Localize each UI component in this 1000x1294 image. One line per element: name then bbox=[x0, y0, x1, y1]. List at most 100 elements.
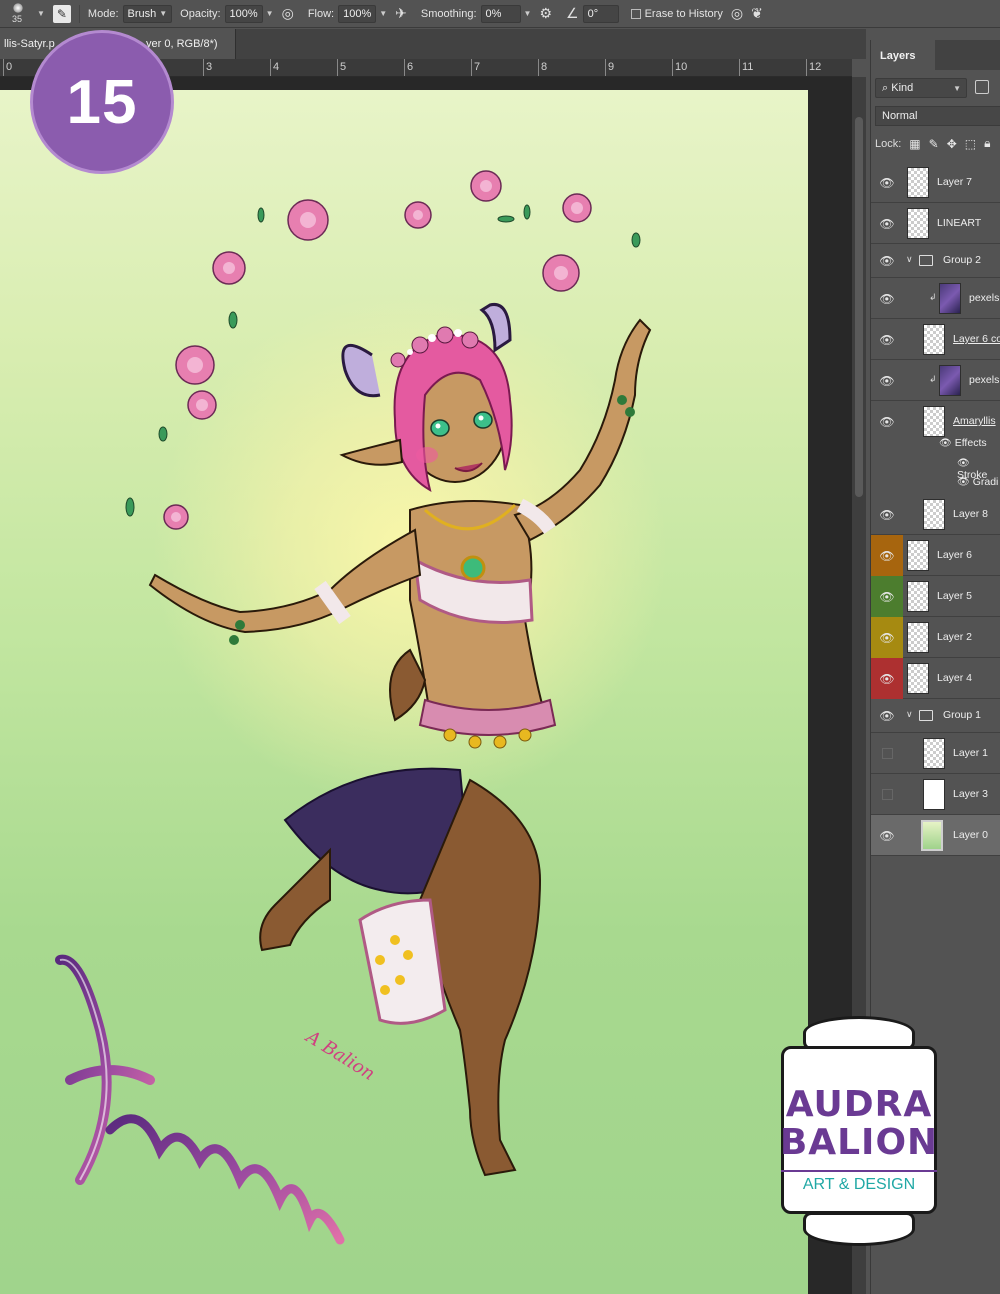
visibility-eye-icon[interactable]: 👁︎ bbox=[939, 438, 952, 449]
chevron-down-icon[interactable]: ▼ bbox=[524, 9, 532, 18]
layer-row[interactable]: 👁︎ ↲ pexels bbox=[871, 360, 1000, 401]
ruler-tick: 8 bbox=[537, 59, 548, 76]
layer-name: Layer 5 bbox=[937, 590, 973, 602]
layer-row[interactable]: 👁︎ Layer 6 co bbox=[871, 319, 1000, 360]
visibility-toggle-off[interactable] bbox=[871, 733, 903, 774]
angle-value: 0° bbox=[587, 7, 599, 20]
layer-row[interactable]: Layer 3 bbox=[871, 774, 1000, 815]
layer-row[interactable]: Layer 1 bbox=[871, 733, 1000, 774]
visibility-eye-icon[interactable]: 👁︎ bbox=[957, 477, 970, 488]
brush-size: 35 bbox=[12, 13, 23, 24]
ruler-tick: 7 bbox=[470, 59, 481, 76]
layer-group-row[interactable]: 👁︎ ∨ Group 1 bbox=[871, 699, 1000, 733]
visibility-eye-icon[interactable]: 👁︎ bbox=[871, 815, 903, 856]
airbrush-icon[interactable]: ✈ bbox=[395, 5, 407, 22]
visibility-eye-icon[interactable]: 👁︎ bbox=[871, 319, 903, 360]
chevron-down-icon[interactable]: ▼ bbox=[37, 9, 45, 18]
filter-kind-dropdown[interactable]: ⌕ Kind ▼ bbox=[875, 78, 967, 98]
lock-move-icon[interactable]: ✥ bbox=[947, 137, 957, 151]
layer-row[interactable]: 👁︎ LINEART bbox=[871, 203, 1000, 244]
visibility-eye-icon[interactable]: 👁︎ bbox=[871, 203, 903, 244]
layer-row[interactable]: 👁︎ Layer 5 bbox=[871, 576, 1000, 617]
layer-name: Amaryllis bbox=[953, 415, 996, 427]
visibility-eye-icon[interactable]: 👁︎ bbox=[957, 458, 970, 469]
layer-thumbnail bbox=[923, 324, 945, 355]
visibility-toggle-off[interactable] bbox=[871, 774, 903, 815]
scrollbar-thumb[interactable] bbox=[855, 117, 863, 497]
visibility-eye-icon[interactable]: 👁︎ bbox=[871, 576, 903, 617]
layer-effects-row[interactable]: 👁︎ Effects bbox=[939, 437, 987, 449]
visibility-eye-icon[interactable]: 👁︎ bbox=[871, 162, 903, 203]
lock-all-icon[interactable]: 🔒︎ bbox=[984, 136, 990, 151]
gear-icon[interactable]: ⚙ bbox=[539, 5, 552, 22]
pressure-opacity-icon[interactable]: ◎ bbox=[282, 5, 294, 22]
folder-icon bbox=[919, 710, 933, 721]
visibility-eye-icon[interactable]: 👁︎ bbox=[871, 278, 903, 319]
smoothing-field[interactable]: 0% bbox=[480, 4, 521, 23]
filter-kind-value: Kind bbox=[891, 82, 914, 94]
visibility-eye-icon[interactable]: 👁︎ bbox=[871, 401, 903, 442]
flow-field[interactable]: 100% bbox=[338, 4, 377, 23]
effect-gradient-row[interactable]: 👁︎ Gradi bbox=[957, 476, 998, 488]
layer-name: Layer 3 bbox=[953, 788, 989, 800]
pressure-size-icon[interactable]: ◎ bbox=[731, 5, 743, 22]
visibility-eye-icon[interactable]: 👁︎ bbox=[871, 617, 903, 658]
visibility-eye-icon[interactable]: 👁︎ bbox=[871, 535, 903, 576]
layer-thumbnail bbox=[907, 167, 929, 198]
layer-row-selected[interactable]: 👁︎ Layer 0 bbox=[871, 815, 1000, 856]
layer-name: Layer 6 bbox=[937, 549, 973, 561]
symmetry-icon[interactable]: ❦ bbox=[751, 5, 763, 22]
layer-name: Layer 1 bbox=[953, 747, 989, 759]
divider bbox=[78, 4, 80, 23]
ruler-tick: 4 bbox=[269, 59, 280, 76]
layer-name: Layer 4 bbox=[937, 672, 973, 684]
layer-name: Layer 7 bbox=[937, 176, 973, 188]
mode-dropdown[interactable]: Brush ▼ bbox=[122, 4, 173, 23]
lock-label: Lock: bbox=[875, 137, 902, 150]
visibility-eye-icon[interactable]: 👁︎ bbox=[871, 658, 903, 699]
opacity-field[interactable]: 100% bbox=[224, 4, 263, 23]
panel-tab-header: Layers bbox=[871, 40, 1000, 70]
chevron-down-icon[interactable]: ∨ bbox=[906, 709, 913, 720]
brush-preset-picker[interactable]: 35 bbox=[4, 0, 34, 28]
layer-row[interactable]: 👁︎ Layer 7 bbox=[871, 162, 1000, 203]
ruler-tick: 3 bbox=[202, 59, 213, 76]
lock-paint-icon[interactable]: ✎ bbox=[929, 137, 939, 151]
tab-layers[interactable]: Layers bbox=[871, 40, 935, 70]
chevron-down-icon[interactable]: ▼ bbox=[379, 9, 387, 18]
layer-row[interactable]: 👁︎ Layer 4 bbox=[871, 658, 1000, 699]
blend-mode-value: Normal bbox=[882, 110, 918, 122]
visibility-eye-icon[interactable]: 👁︎ bbox=[871, 360, 903, 401]
layer-thumbnail bbox=[923, 779, 945, 810]
ruler-tick: 6 bbox=[403, 59, 414, 76]
chevron-down-icon: ▼ bbox=[953, 84, 961, 93]
layer-row[interactable]: 👁︎ Layer 2 bbox=[871, 617, 1000, 658]
brush-settings-icon[interactable]: ✎ bbox=[52, 4, 71, 23]
visibility-eye-icon[interactable]: 👁︎ bbox=[871, 699, 903, 733]
lock-transparent-icon[interactable]: ▦ bbox=[909, 137, 920, 151]
layer-group-row[interactable]: 👁︎ ∨ Group 2 bbox=[871, 244, 1000, 278]
blend-mode-dropdown[interactable]: Normal bbox=[875, 106, 1000, 126]
visibility-eye-icon[interactable]: 👁︎ bbox=[871, 244, 903, 278]
layer-row[interactable]: 👁︎ Amaryllis bbox=[871, 401, 1000, 442]
ruler-tick: 0 bbox=[2, 59, 13, 76]
layer-name: Group 1 bbox=[943, 709, 981, 721]
logo-ornament-top bbox=[803, 1016, 915, 1050]
canvas-artwork[interactable]: A Balion bbox=[0, 90, 808, 1294]
layer-name: Layer 0 bbox=[953, 829, 989, 841]
image-filter-icon[interactable] bbox=[975, 80, 989, 94]
visibility-eye-icon[interactable]: 👁︎ bbox=[871, 494, 903, 535]
ruler-tick: 11 bbox=[738, 59, 754, 76]
layer-row[interactable]: 👁︎ ↲ pexels bbox=[871, 278, 1000, 319]
logo-ornament-bottom bbox=[803, 1212, 915, 1246]
amaryllis-script-title bbox=[55, 954, 345, 1245]
angle-field[interactable]: 0° bbox=[582, 4, 619, 23]
layer-row[interactable]: 👁︎ Layer 8 bbox=[871, 494, 1000, 535]
erase-to-history-checkbox[interactable] bbox=[630, 8, 641, 19]
layer-row[interactable]: 👁︎ Layer 6 bbox=[871, 535, 1000, 576]
layer-thumbnail bbox=[907, 208, 929, 239]
lock-artboard-icon[interactable]: ⬚ bbox=[965, 137, 976, 151]
chevron-down-icon[interactable]: ∨ bbox=[906, 254, 913, 265]
chevron-down-icon[interactable]: ▼ bbox=[266, 9, 274, 18]
opacity-label: Opacity: bbox=[180, 7, 221, 20]
